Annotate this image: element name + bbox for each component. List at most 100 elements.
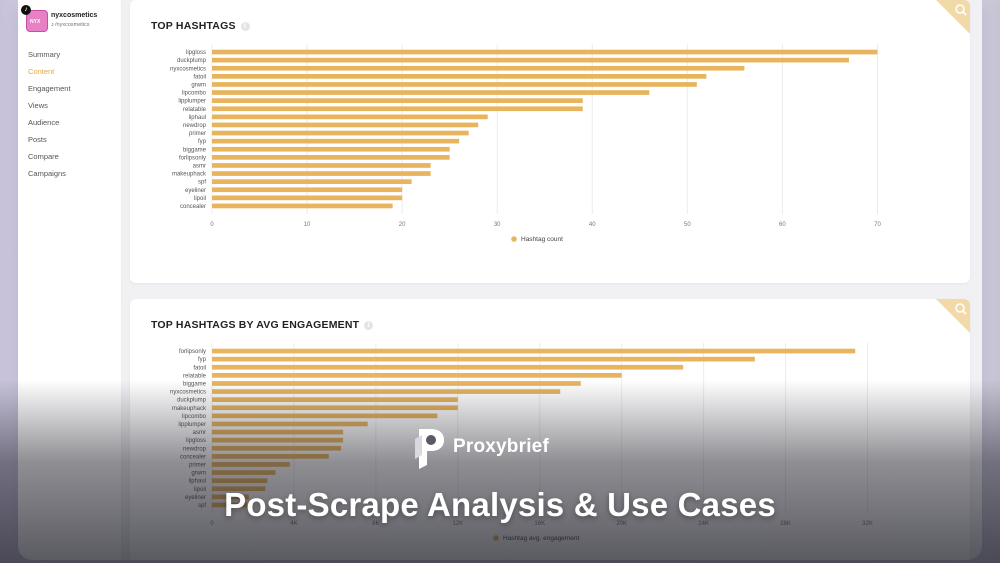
x-tick-label: 28K [780, 521, 791, 527]
bar [212, 494, 249, 500]
sidebar-item-engagement[interactable]: Engagement [28, 80, 118, 97]
legend-label: Hashtag avg. engagement [503, 535, 579, 542]
legend-swatch [493, 535, 499, 541]
category-label: lipcombo [182, 91, 207, 97]
category-label: lipplumper [178, 99, 206, 105]
x-tick-label: 12K [452, 521, 463, 527]
category-label: forlipsonly [179, 349, 206, 355]
sidebar-item-content[interactable]: Content [28, 63, 118, 80]
sidebar: NYX ♪ nyxcosmetics ♪/nyxcosmetics Summar… [18, 0, 122, 560]
bar [212, 155, 450, 160]
x-tick-label: 8K [372, 521, 379, 527]
x-tick-label: 0 [210, 222, 214, 228]
bar [212, 502, 247, 508]
sidebar-item-campaigns[interactable]: Campaigns [28, 165, 118, 182]
bar [212, 49, 878, 55]
category-label: concealer [180, 454, 206, 460]
sidebar-nav: Summary Content Engagement Views Audienc… [28, 46, 118, 182]
x-tick-label: 60 [779, 222, 786, 228]
category-label: concealer [180, 204, 206, 210]
profile-header[interactable]: NYX ♪ nyxcosmetics ♪/nyxcosmetics [21, 5, 122, 36]
top-hashtags-card: TOP HASHTAGS i 0 10 20 30 40 50 60 70 lipgloss duc… [130, 0, 970, 283]
bar [212, 405, 458, 411]
category-label: asmr [193, 163, 206, 169]
category-label: eyeliner [185, 495, 206, 501]
bar [212, 462, 290, 467]
bar [212, 179, 412, 184]
x-tick-label: 0 [210, 521, 214, 527]
sidebar-item-summary[interactable]: Summary [28, 46, 118, 63]
category-label: duckplump [177, 58, 207, 64]
bar [212, 171, 431, 176]
category-label: lipplumper [178, 422, 206, 428]
bar [212, 163, 431, 168]
category-label: makeuphack [172, 172, 207, 178]
sidebar-item-views[interactable]: Views [28, 97, 118, 114]
tiktok-icon: ♪ [21, 5, 31, 15]
category-label: fyp [198, 139, 207, 145]
bar [212, 74, 707, 79]
app-window: NYX ♪ nyxcosmetics ♪/nyxcosmetics Summar… [18, 0, 982, 560]
sidebar-item-posts[interactable]: Posts [28, 131, 118, 148]
bar [212, 203, 393, 209]
bar [212, 397, 458, 402]
category-label: grwm [191, 471, 206, 477]
bar [212, 445, 342, 451]
bar [212, 106, 583, 112]
bar [212, 486, 266, 492]
bar [212, 57, 849, 63]
category-label: newdrop [183, 123, 207, 129]
category-label: primer [189, 131, 206, 137]
bar [212, 90, 650, 95]
category-label: lipoil [194, 196, 206, 202]
x-tick-label: 50 [684, 222, 691, 228]
category-label: forlipsonly [179, 155, 206, 161]
x-tick-label: 20K [616, 521, 627, 527]
x-tick-label: 30 [494, 222, 501, 228]
category-label: relatable [183, 373, 207, 379]
x-tick-label: 16K [534, 521, 545, 527]
sidebar-item-audience[interactable]: Audience [28, 114, 118, 131]
bar [212, 195, 403, 201]
category-label: liphaul [189, 479, 206, 485]
category-label: fatoil [193, 365, 206, 371]
category-label: lipgloss [186, 438, 206, 444]
legend-swatch [511, 236, 517, 242]
bar [212, 348, 856, 354]
category-label: fatoil [193, 74, 206, 80]
category-label: relatable [183, 107, 207, 113]
legend-label: Hashtag count [521, 236, 563, 243]
category-label: asmr [193, 430, 206, 436]
category-label: lipgloss [186, 50, 206, 56]
x-tick-label: 10 [304, 222, 311, 228]
bar [212, 429, 344, 435]
x-tick-label: 40 [589, 222, 596, 228]
bar [212, 454, 329, 459]
hashtag-engagement-chart: 0 4K 8K 12K 16K 20K 24K 28K 32K forlipsonly fyp fat… [170, 343, 873, 542]
sidebar-item-compare[interactable]: Compare [28, 148, 118, 165]
profile-handle-text: /nyxcosmetics [55, 22, 90, 28]
category-label: nyxcosmetics [170, 390, 206, 396]
bar [212, 82, 697, 87]
bar [212, 381, 581, 386]
bar [212, 389, 561, 394]
bar [212, 356, 755, 362]
bar [212, 122, 479, 128]
tiktok-small-icon: ♪ [51, 22, 54, 28]
category-label: newdrop [183, 446, 207, 452]
x-tick-label: 4K [290, 521, 297, 527]
bar [212, 65, 745, 71]
top-hashtags-by-engagement-card: TOP HASHTAGS BY AVG ENGAGEMENT i 0 4K 8K 12K… [130, 299, 970, 560]
x-tick-label: 32K [862, 521, 873, 527]
category-label: liphaul [189, 115, 206, 121]
hashtag-count-chart: 0 10 20 30 40 50 60 70 lipgloss duckplump nyxcosme… [170, 44, 881, 243]
bar [212, 114, 488, 120]
bar [212, 138, 460, 144]
category-label: primer [189, 462, 206, 468]
category-label: spf [198, 180, 206, 186]
category-label: duckplump [177, 398, 207, 404]
bar [212, 98, 583, 103]
category-label: lipoil [194, 487, 206, 493]
profile-name: nyxcosmetics [51, 12, 98, 19]
bar [212, 373, 622, 378]
